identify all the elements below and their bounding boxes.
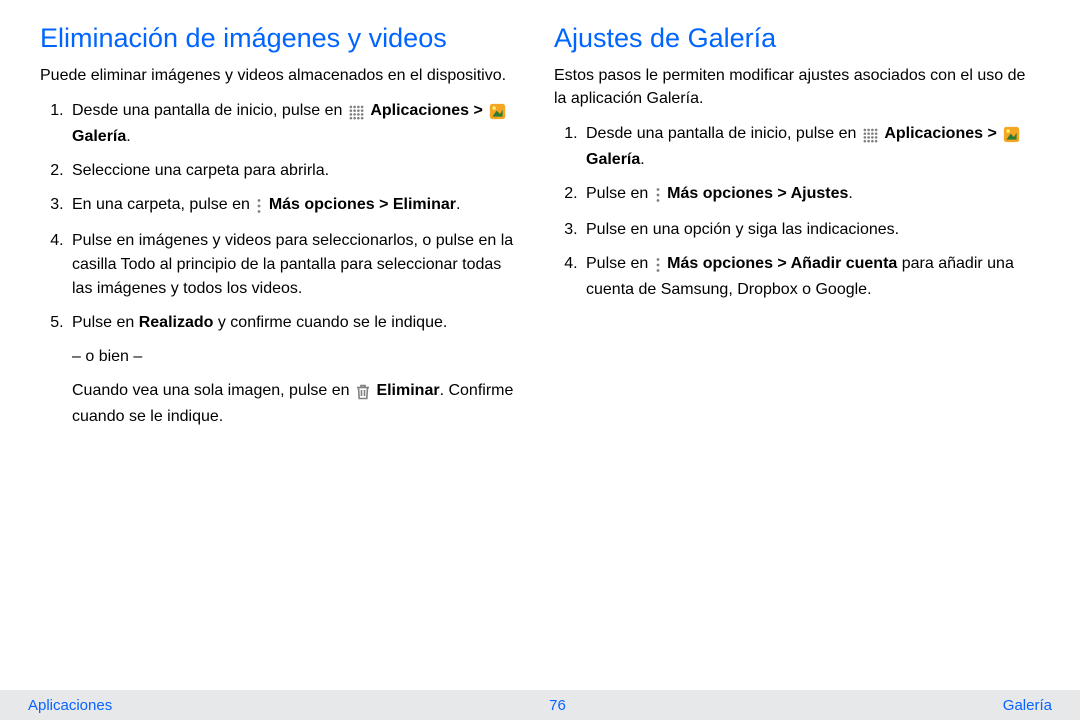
apps-grid-icon [349, 101, 364, 125]
gallery-label: Galería [586, 151, 640, 168]
right-column: Ajustes de Galería Estos pasos le permit… [554, 22, 1040, 439]
list-item: En una carpeta, pulse en Más opciones > … [68, 193, 526, 219]
step-text: Desde una pantalla de inicio, pulse en [72, 102, 347, 119]
step-text: Desde una pantalla de inicio, pulse en [586, 125, 861, 142]
gallery-label: Galería [72, 128, 126, 145]
delete-label: Eliminar [376, 382, 439, 399]
more-options-label: Más opciones > Ajustes [667, 185, 848, 202]
apps-label: Aplicaciones > [884, 125, 1001, 142]
step-text: y confirme cuando se le indique. [213, 314, 447, 331]
list-item: Pulse en una opción y siga las indicacio… [582, 218, 1040, 242]
alt-step: Cuando vea una sola imagen, pulse en [72, 379, 526, 429]
footer-right: Galería [1003, 697, 1052, 714]
more-options-icon [256, 195, 262, 219]
step-text: Pulse en [72, 314, 139, 331]
more-options-label: Más opciones > Añadir cuenta [667, 255, 897, 272]
intro-delete: Puede eliminar imágenes y videos almacen… [40, 64, 526, 87]
steps-delete: Desde una pantalla de inicio, pulse en A… [40, 99, 526, 429]
list-item: Desde una pantalla de inicio, pulse en A… [582, 122, 1040, 172]
left-column: Eliminación de imágenes y videos Puede e… [40, 22, 526, 439]
done-label: Realizado [139, 314, 214, 331]
apps-label: Aplicaciones > [370, 102, 487, 119]
section-title-delete: Eliminación de imágenes y videos [40, 22, 526, 56]
footer-page-number: 76 [549, 697, 566, 714]
step-text: En una carpeta, pulse en [72, 196, 254, 213]
step-text: Pulse en [586, 185, 653, 202]
steps-settings: Desde una pantalla de inicio, pulse en A… [554, 122, 1040, 302]
more-options-label: Más opciones > Eliminar [269, 196, 456, 213]
period: . [640, 151, 644, 168]
step-text: Cuando vea una sola imagen, pulse en [72, 382, 354, 399]
list-item: Pulse en Más opciones > Ajustes. [582, 182, 1040, 208]
list-item: Pulse en imágenes y videos para seleccio… [68, 229, 526, 301]
page-footer: Aplicaciones 76 Galería [0, 690, 1080, 720]
list-item: Desde una pantalla de inicio, pulse en A… [68, 99, 526, 149]
list-item: Seleccione una carpeta para abrirla. [68, 159, 526, 183]
section-title-settings: Ajustes de Galería [554, 22, 1040, 56]
more-options-icon [655, 184, 661, 208]
more-options-icon [655, 254, 661, 278]
manual-page: Eliminación de imágenes y videos Puede e… [0, 0, 1080, 720]
period: . [456, 196, 460, 213]
intro-settings: Estos pasos le permiten modificar ajuste… [554, 64, 1040, 110]
footer-left: Aplicaciones [28, 697, 112, 714]
gallery-icon [489, 101, 506, 125]
trash-icon [356, 381, 370, 405]
or-separator: – o bien – [72, 345, 526, 369]
list-item: Pulse en Realizado y confirme cuando se … [68, 311, 526, 429]
apps-grid-icon [863, 124, 878, 148]
period: . [126, 128, 130, 145]
list-item: Pulse en Más opciones > Añadir cuenta pa… [582, 252, 1040, 302]
period: . [848, 185, 852, 202]
step-text: Pulse en [586, 255, 653, 272]
columns: Eliminación de imágenes y videos Puede e… [40, 22, 1040, 439]
gallery-icon [1003, 124, 1020, 148]
